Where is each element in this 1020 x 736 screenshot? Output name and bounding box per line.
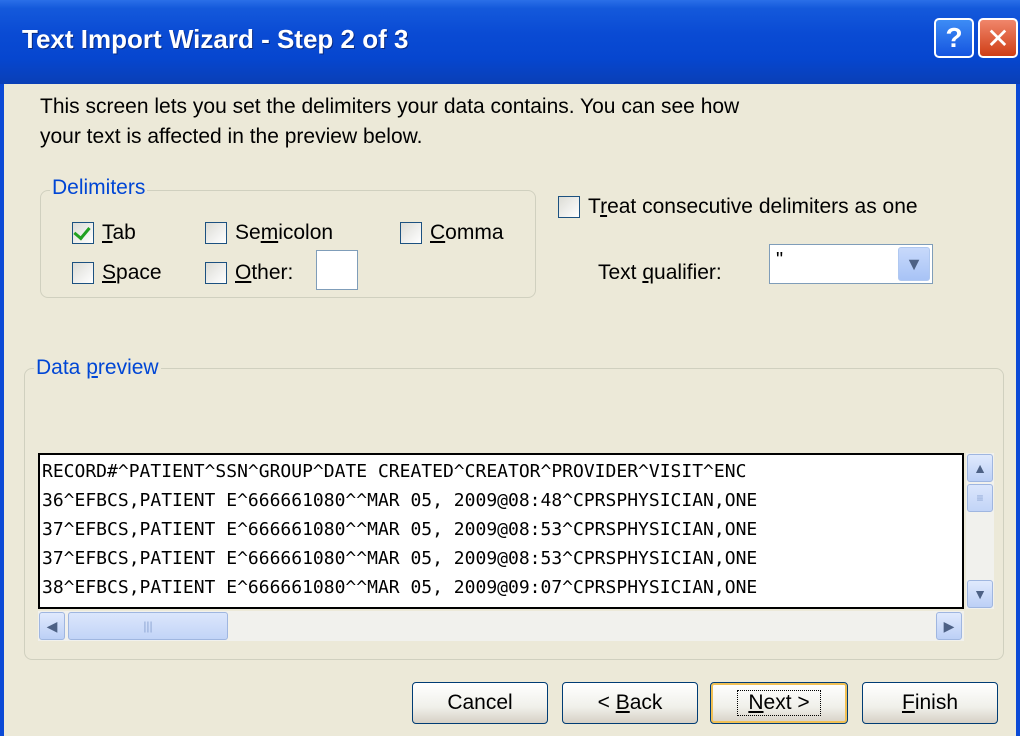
preview-row: RECORD#^PATIENT^SSN^GROUP^DATE CREATED^C… xyxy=(42,461,747,482)
back-button-label: < Back xyxy=(597,691,663,714)
delimiters-legend: Delimiters xyxy=(50,176,148,200)
next-button[interactable]: Next > xyxy=(710,682,848,724)
vertical-scroll-thumb[interactable]: ≡ xyxy=(967,484,993,512)
scroll-down-icon[interactable]: ▼ xyxy=(967,580,993,608)
close-icon: ✕ xyxy=(986,22,1010,54)
scroll-left-icon[interactable]: ◀ xyxy=(39,612,65,640)
other-delimiter-input[interactable] xyxy=(316,250,358,290)
vertical-scrollbar[interactable]: ▲ ≡ ▼ xyxy=(966,453,994,609)
cancel-button-label: Cancel xyxy=(447,691,513,714)
tab-checkbox[interactable]: Tab xyxy=(72,221,136,245)
space-checkbox[interactable]: Space xyxy=(72,261,162,285)
dialog-title: Text Import Wizard - Step 2 of 3 xyxy=(22,24,409,54)
semicolon-checkbox-label: Semicolon xyxy=(235,221,334,244)
comma-checkbox[interactable]: Comma xyxy=(400,221,504,245)
window-frame-right xyxy=(1016,84,1020,736)
comma-checkbox-label: Comma xyxy=(430,221,504,244)
tab-checkbox-label: Tab xyxy=(102,221,136,244)
preview-row: 37^EFBCS,PATIENT E^666661080^^MAR 05, 20… xyxy=(42,548,758,569)
title-bar[interactable]: Text Import Wizard - Step 2 of 3 ? ✕ xyxy=(0,0,1020,84)
finish-button-label: Finish xyxy=(901,691,959,714)
other-checkbox-label: Other: xyxy=(235,261,294,284)
scroll-up-icon[interactable]: ▲ xyxy=(967,454,993,482)
other-checkbox-box[interactable] xyxy=(205,262,227,284)
space-checkbox-box[interactable] xyxy=(72,262,94,284)
text-qualifier-value: " xyxy=(776,249,784,271)
treat-consecutive-checkbox-box[interactable] xyxy=(558,196,580,218)
text-import-wizard-dialog: Text Import Wizard - Step 2 of 3 ? ✕ Thi… xyxy=(0,0,1020,736)
data-preview-legend: Data preview xyxy=(34,356,161,380)
close-button[interactable]: ✕ xyxy=(978,18,1018,58)
chevron-down-icon[interactable]: ▼ xyxy=(898,247,930,281)
horizontal-scroll-thumb[interactable]: ||| xyxy=(68,612,228,640)
treat-consecutive-label: Treat consecutive delimiters as one xyxy=(588,195,918,218)
preview-row: 36^EFBCS,PATIENT E^666661080^^MAR 05, 20… xyxy=(42,490,758,511)
space-checkbox-label: Space xyxy=(102,261,162,284)
treat-consecutive-checkbox[interactable]: Treat consecutive delimiters as one xyxy=(558,195,918,219)
help-icon: ? xyxy=(945,22,963,53)
back-button[interactable]: < Back xyxy=(562,682,698,724)
semicolon-checkbox[interactable]: Semicolon xyxy=(205,221,333,245)
data-preview-pane[interactable]: RECORD#^PATIENT^SSN^GROUP^DATE CREATED^C… xyxy=(38,453,964,609)
horizontal-scrollbar[interactable]: ◀ ||| ▶ xyxy=(38,611,964,641)
text-qualifier-label: Text qualifier: xyxy=(598,261,722,284)
checkmark-icon xyxy=(73,222,91,241)
text-qualifier-select[interactable]: " ▼ xyxy=(769,244,933,284)
next-button-label: Next > xyxy=(737,690,821,716)
finish-button[interactable]: Finish xyxy=(862,682,998,724)
window-frame-left xyxy=(0,84,4,736)
semicolon-checkbox-box[interactable] xyxy=(205,222,227,244)
help-button[interactable]: ? xyxy=(934,18,974,58)
step-description: This screen lets you set the delimiters … xyxy=(40,95,740,148)
preview-row: 38^EFBCS,PATIENT E^666661080^^MAR 05, 20… xyxy=(42,577,758,598)
preview-row: 37^EFBCS,PATIENT E^666661080^^MAR 05, 20… xyxy=(42,519,758,540)
other-checkbox[interactable]: Other: xyxy=(205,261,293,285)
tab-checkbox-box[interactable] xyxy=(72,222,94,244)
cancel-button[interactable]: Cancel xyxy=(412,682,548,724)
scroll-right-icon[interactable]: ▶ xyxy=(936,612,962,640)
comma-checkbox-box[interactable] xyxy=(400,222,422,244)
